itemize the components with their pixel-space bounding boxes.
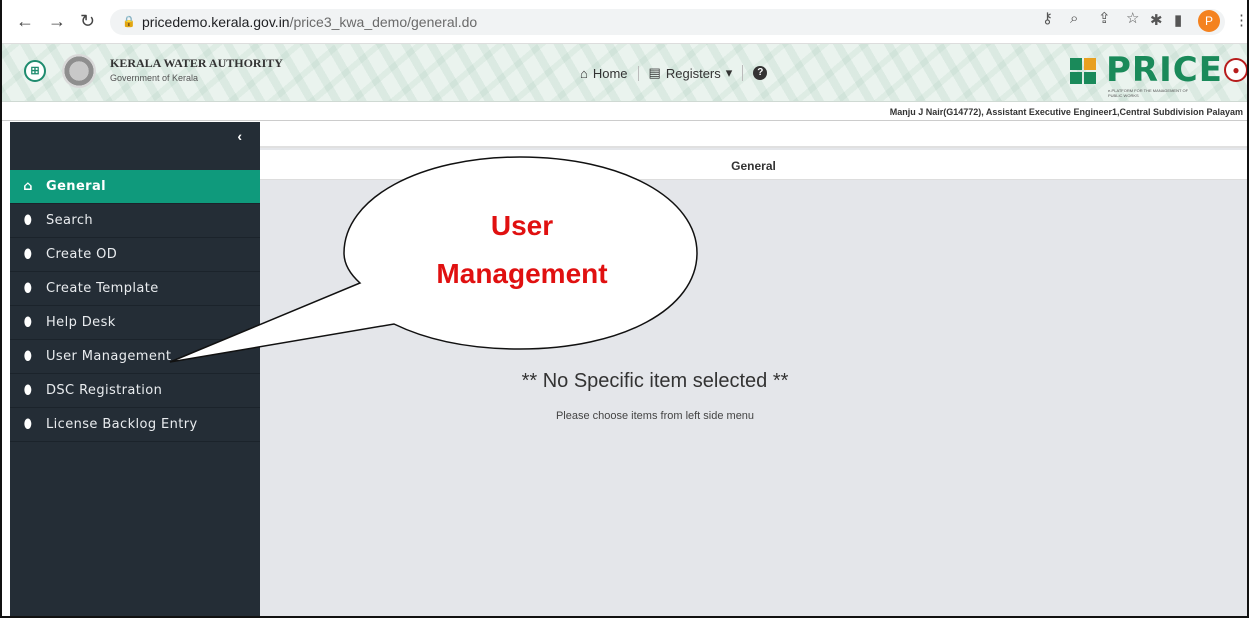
person-icon: ⬮: [23, 213, 33, 228]
sidebar-item-label: Create OD: [46, 247, 118, 262]
sidebar-item-create-template[interactable]: ⬮ Create Template: [10, 272, 260, 306]
person-icon: ⬮: [23, 383, 33, 398]
sidebar-item-user-management[interactable]: ⬮ User Management: [10, 340, 260, 374]
browser-menu-icon[interactable]: ⋮: [1234, 11, 1247, 31]
profile-avatar[interactable]: P: [1198, 10, 1220, 32]
callout-text-line1: User: [490, 210, 554, 241]
kerala-emblem-logo: [62, 54, 96, 88]
person-icon: ⬮: [23, 281, 33, 296]
price-logo-mark: [1070, 58, 1100, 84]
nav-home[interactable]: ⌂ Home: [570, 65, 639, 81]
reload-icon[interactable]: ↻: [80, 10, 95, 32]
person-icon: ⬮: [23, 315, 33, 330]
collapse-sidebar-icon[interactable]: ‹: [237, 128, 242, 144]
person-icon: ⬮: [23, 349, 33, 364]
sidebar-item-label: License Backlog Entry: [46, 417, 198, 432]
lock-icon: 🔒: [122, 16, 136, 28]
nav-registers-dropdown[interactable]: ▤ Registers ▾: [639, 65, 744, 81]
app-header: ⊞ KERALA WATER AUTHORITY Government of K…: [2, 44, 1247, 102]
user-profile-icon[interactable]: ●: [1224, 58, 1247, 82]
url-path: /price3_kwa_demo/general.do: [289, 14, 478, 30]
empty-state-title: ** No Specific item selected **: [521, 370, 789, 392]
sidebar-item-help-desk[interactable]: ⬮ Help Desk: [10, 306, 260, 340]
org-name: KERALA WATER AUTHORITY: [110, 56, 283, 70]
empty-state-subtitle: Please choose items from left side menu: [555, 410, 755, 422]
org-subtitle: Government of Kerala: [110, 73, 199, 83]
top-navigation: ⌂ Home ▤ Registers ▾ ?: [570, 62, 777, 84]
sidebar-item-label: Search: [46, 213, 94, 228]
browser-toolbar: ← → ↻ 🔒 pricedemo.kerala.gov.in/price3_k…: [2, 0, 1247, 44]
sidebar-item-dsc-registration[interactable]: ⬮ DSC Registration: [10, 374, 260, 408]
key-icon[interactable]: ⚷: [1042, 9, 1053, 29]
sidebar-item-label: DSC Registration: [46, 383, 163, 398]
list-icon: ▤: [648, 65, 661, 80]
main-content: General ** No Specific item selected ** …: [260, 122, 1247, 616]
apps-grid-icon[interactable]: ⊞: [24, 60, 46, 82]
sidebar-item-label: User Management: [46, 349, 172, 364]
nav-help[interactable]: ?: [743, 66, 777, 80]
sidebar-item-general[interactable]: ⌂ General: [10, 170, 260, 204]
sidebar-item-license-backlog-entry[interactable]: ⬮ License Backlog Entry: [10, 408, 260, 442]
sidebar-item-search[interactable]: ⬮ Search: [10, 204, 260, 238]
home-icon: ⌂: [23, 179, 33, 194]
nav-home-label: Home: [592, 65, 628, 81]
forward-icon[interactable]: →: [48, 10, 66, 32]
price-logo: PRICE e-PLATFORM FOR THE MANAGEMENT OF P…: [1070, 50, 1223, 98]
home-icon: ⌂: [580, 65, 588, 81]
sidebar-item-label: Create Template: [46, 281, 159, 296]
share-icon[interactable]: ⇪: [1098, 9, 1111, 29]
brand-name: PRICE: [1106, 50, 1223, 90]
zoom-icon[interactable]: ⌕: [1070, 9, 1078, 29]
page-title: General: [260, 150, 1247, 180]
sidebar-item-label: Help Desk: [46, 315, 116, 330]
help-icon: ?: [753, 66, 768, 80]
screenshot-frame: ← → ↻ 🔒 pricedemo.kerala.gov.in/price3_k…: [0, 0, 1249, 618]
brand-tagline: e-PLATFORM FOR THE MANAGEMENT OF PUBLIC …: [1108, 88, 1189, 98]
extensions-icon[interactable]: ✱: [1150, 11, 1163, 31]
sidebar: ‹ ⌂ General ⬮ Search ⬮ Create OD ⬮ Creat…: [10, 122, 260, 616]
address-bar[interactable]: 🔒 pricedemo.kerala.gov.in/price3_kwa_dem…: [110, 9, 1225, 35]
sidebar-item-label: General: [46, 179, 106, 194]
side-panel-icon[interactable]: ▮: [1174, 11, 1182, 31]
sidebar-item-create-od[interactable]: ⬮ Create OD: [10, 238, 260, 272]
callout-text-line2: Management: [436, 258, 608, 289]
url-host: pricedemo.kerala.gov.in: [142, 14, 290, 30]
sidebar-menu: ⌂ General ⬮ Search ⬮ Create OD ⬮ Create …: [10, 170, 260, 442]
nav-registers-label: Registers: [665, 65, 721, 81]
main-top-strip: [260, 122, 1247, 148]
logged-in-user: Manju J Nair(G14772), Assistant Executiv…: [2, 103, 1247, 121]
caret-down-icon: ▾: [725, 65, 733, 80]
person-icon: ⬮: [23, 247, 33, 262]
bookmark-star-icon[interactable]: ☆: [1126, 9, 1139, 29]
person-icon: ⬮: [23, 417, 33, 432]
back-icon[interactable]: ←: [16, 10, 34, 32]
